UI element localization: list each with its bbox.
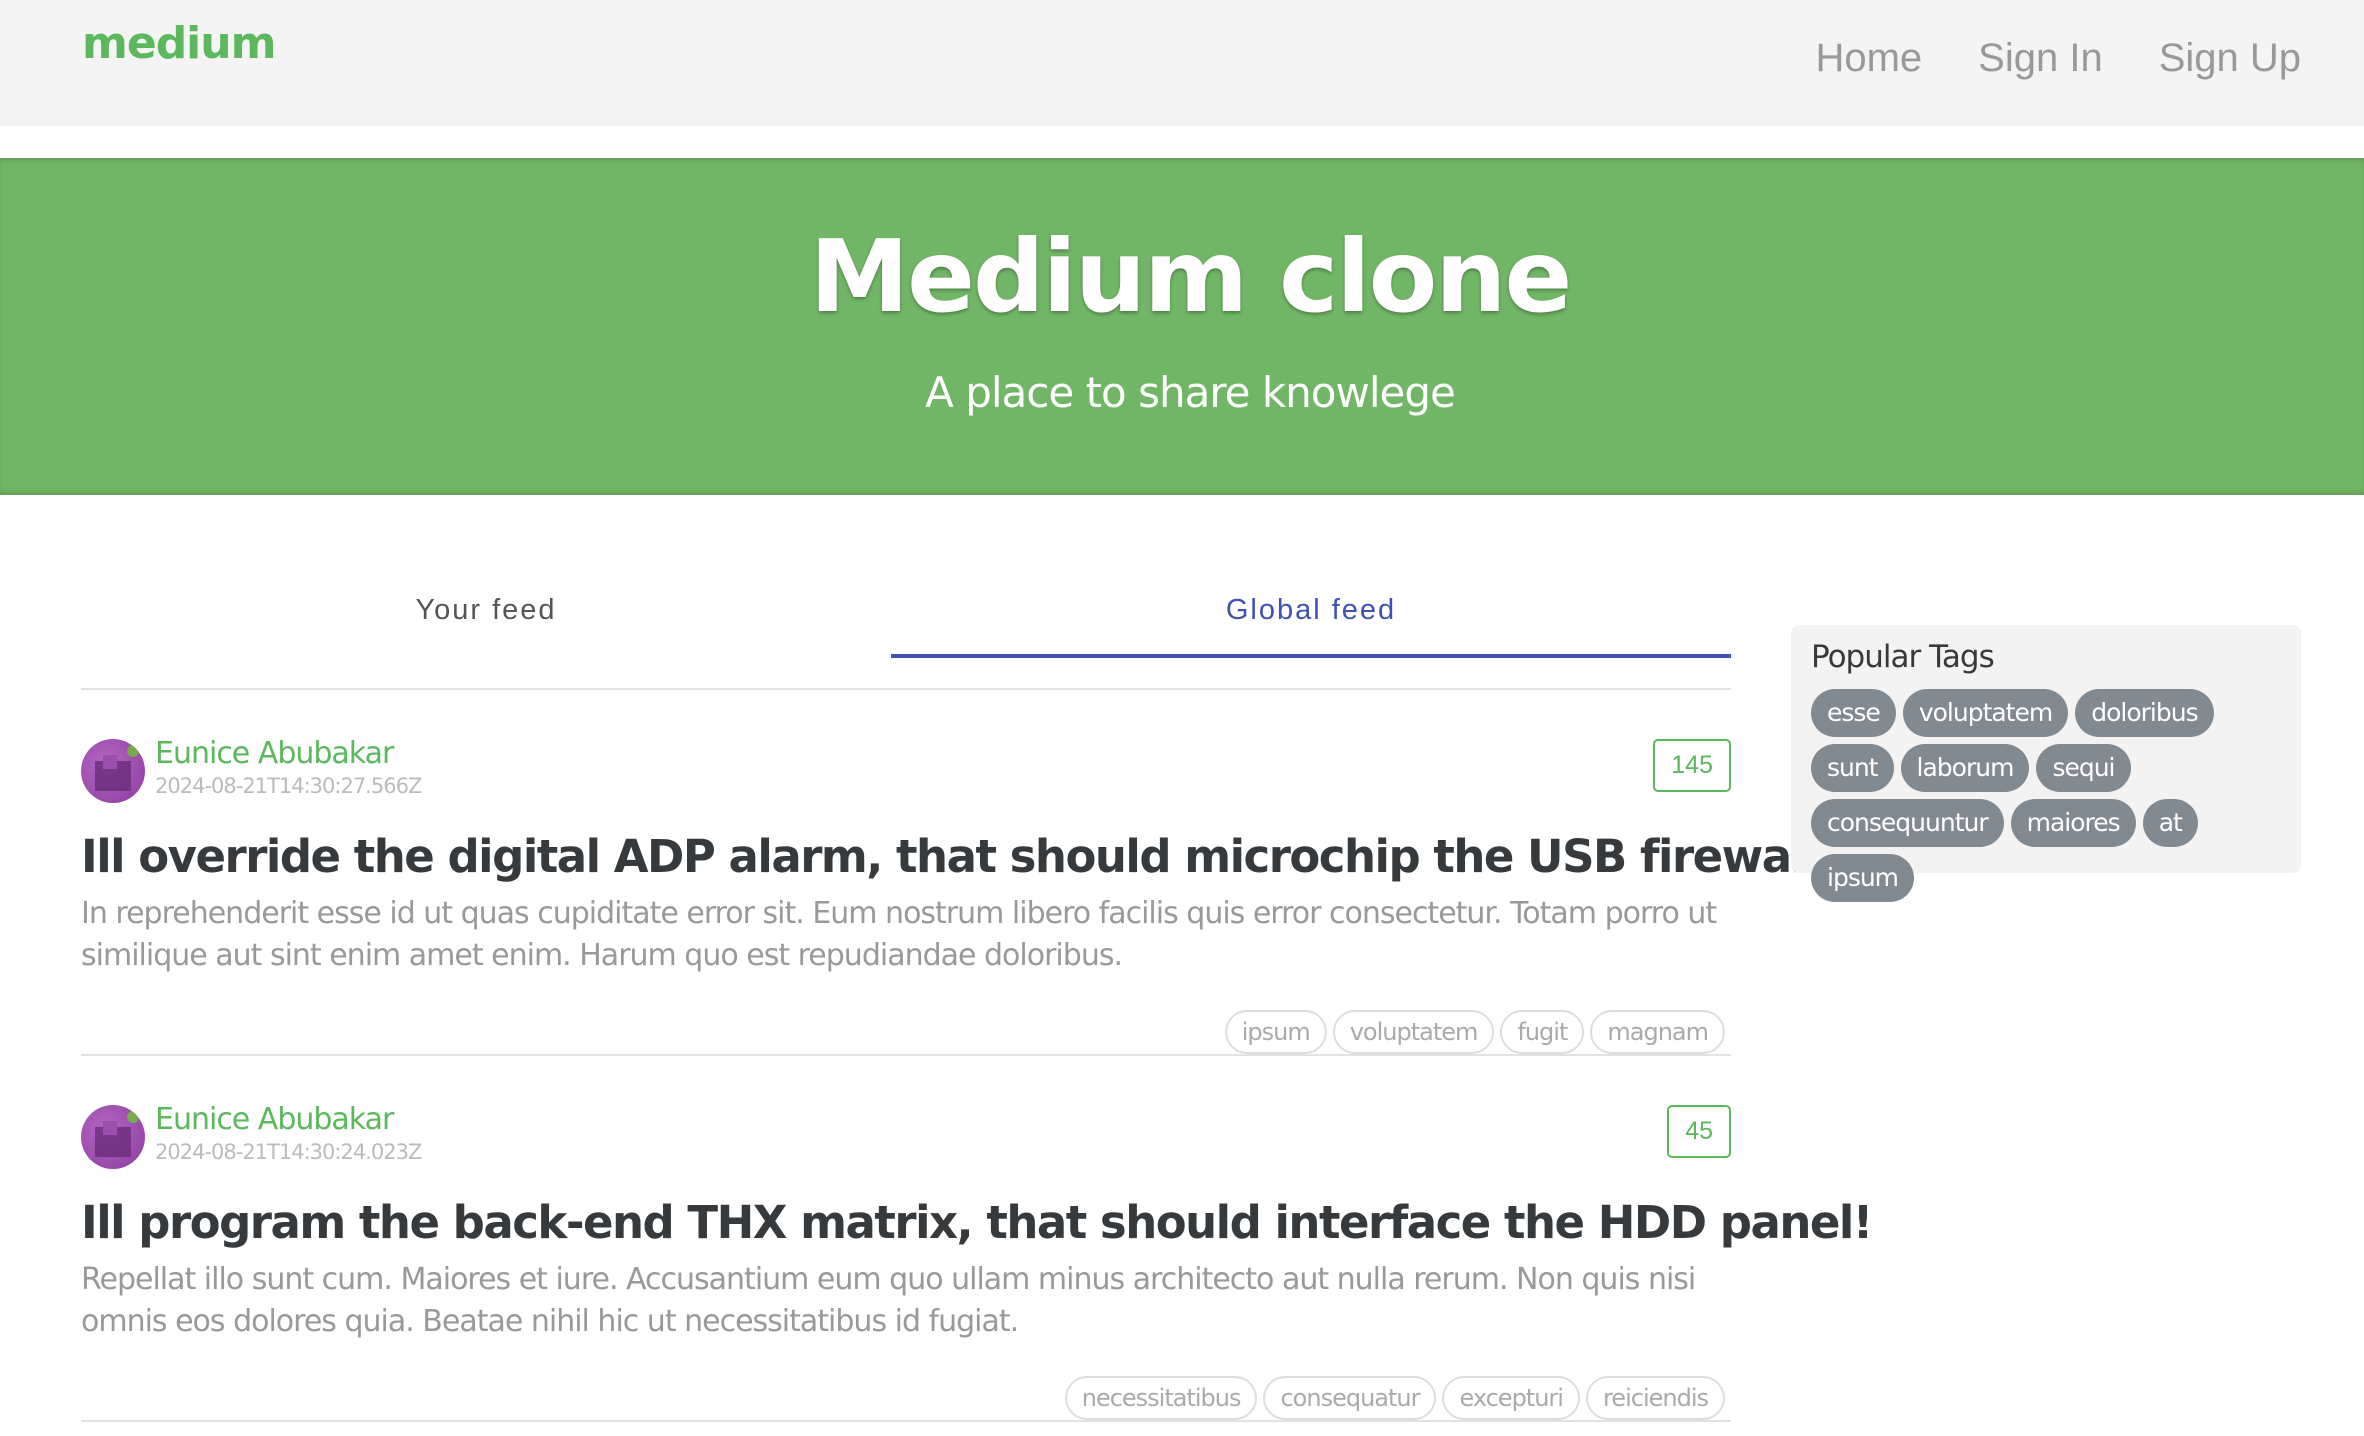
popular-tag[interactable]: voluptatem (1902, 689, 2069, 737)
article-title[interactable]: Ill program the back-end THX matrix, tha… (81, 1196, 1873, 1249)
article-preview: Eunice Abubakar 2024-08-21T14:30:24.023Z… (81, 1056, 1873, 1422)
tab-your-feed[interactable]: Your feed (81, 570, 891, 656)
popular-tag[interactable]: doloribus (2075, 689, 2214, 737)
popular-tag[interactable]: esse (1811, 689, 1896, 737)
tab-global-feed[interactable]: Global feed (891, 570, 1731, 658)
article-tag[interactable]: consequatur (1263, 1376, 1437, 1420)
sidebar-title: Popular Tags (1811, 639, 1995, 675)
article-date: 2024-08-21T14:30:24.023Z (155, 1140, 422, 1164)
nav-links: Home Sign In Sign Up (1815, 36, 2301, 81)
tag-cloud: esse voluptatem doloribus sunt laborum s… (1811, 689, 2281, 902)
popular-tag[interactable]: maiores (2010, 799, 2136, 847)
brand-logo[interactable]: medium (82, 18, 276, 69)
popular-tag[interactable]: sequi (2036, 744, 2131, 792)
author-name-link[interactable]: Eunice Abubakar (155, 1102, 394, 1137)
article-title[interactable]: Ill override the digital ADP alarm, that… (81, 830, 1839, 883)
popular-tag[interactable]: ipsum (1811, 854, 1915, 902)
favorite-button[interactable]: 145 (1653, 739, 1731, 792)
article-tag[interactable]: voluptatem (1332, 1010, 1495, 1054)
article-tag[interactable]: magnam (1590, 1010, 1725, 1054)
popular-tags-sidebar: Popular Tags esse voluptatem doloribus s… (1791, 625, 2301, 902)
article-tag[interactable]: fugit (1500, 1010, 1585, 1054)
article-date: 2024-08-21T14:30:27.566Z (155, 774, 422, 798)
article-tag-list: ipsum voluptatem fugit magnam (1224, 1010, 1725, 1054)
article-tag[interactable]: excepturi (1442, 1376, 1580, 1420)
author-avatar[interactable] (81, 739, 145, 803)
feed-tabs: Your feed Global feed (81, 570, 1731, 690)
article-description[interactable]: In reprehenderit esse id ut quas cupidit… (81, 893, 1721, 977)
navbar: medium Home Sign In Sign Up (0, 0, 2364, 126)
article-tag[interactable]: necessitatibus (1064, 1376, 1258, 1420)
popular-tag[interactable]: sunt (1811, 744, 1894, 792)
article-tag[interactable]: reiciendis (1585, 1376, 1725, 1420)
article-description[interactable]: Repellat illo sunt cum. Maiores et iure.… (81, 1259, 1721, 1343)
article-tag-list: necessitatibus consequatur excepturi rei… (1064, 1376, 1725, 1420)
nav-sign-in-link[interactable]: Sign In (1978, 36, 2103, 81)
article-preview: Eunice Abubakar 2024-08-21T14:30:27.566Z… (81, 690, 1839, 1056)
author-name-link[interactable]: Eunice Abubakar (155, 736, 394, 771)
author-avatar[interactable] (81, 1105, 145, 1169)
popular-tag[interactable]: consequuntur (1811, 799, 2004, 847)
hero-banner: Medium clone A place to share knowlege (0, 158, 2364, 495)
nav-sign-up-link[interactable]: Sign Up (2159, 36, 2301, 81)
banner-title: Medium clone (809, 218, 1573, 335)
popular-tag[interactable]: at (2142, 799, 2198, 847)
popular-tag[interactable]: laborum (1900, 744, 2030, 792)
nav-home-link[interactable]: Home (1815, 36, 1922, 81)
banner-subtitle: A place to share knowlege (925, 368, 1456, 417)
favorite-button[interactable]: 45 (1667, 1105, 1731, 1158)
article-tag[interactable]: ipsum (1224, 1010, 1327, 1054)
